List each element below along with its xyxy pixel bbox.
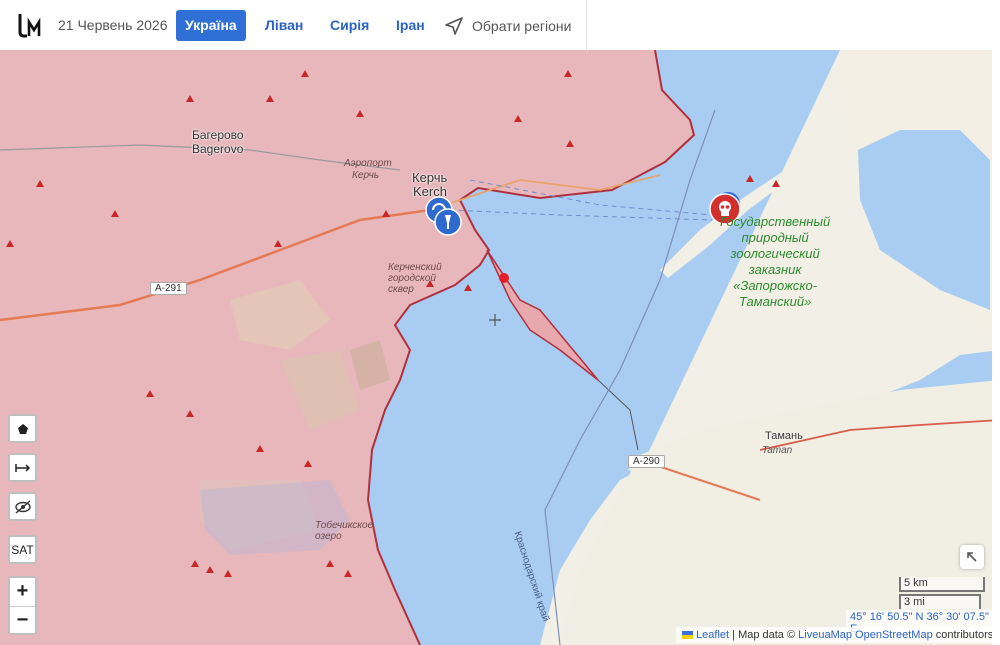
- liveuamap-logo[interactable]: [16, 12, 42, 38]
- draw-polygon-button[interactable]: [8, 414, 37, 443]
- ukraine-flag-icon: [682, 631, 693, 640]
- hide-events-button[interactable]: [8, 492, 37, 521]
- tab-ukraine[interactable]: Україна: [176, 10, 246, 41]
- tab-syria[interactable]: Сирія: [321, 10, 378, 41]
- liveuamap-link[interactable]: LiveuaMap: [798, 629, 852, 641]
- zoom-control: + −: [8, 576, 37, 635]
- header-divider: [586, 0, 587, 50]
- zoom-in-button[interactable]: +: [10, 578, 35, 607]
- map-right-edge: [992, 50, 1000, 645]
- event-marker-explosion-icon[interactable]: [425, 193, 465, 243]
- tab-iran[interactable]: Іран: [387, 10, 434, 41]
- attribution-separator: | Map data ©: [729, 629, 799, 641]
- pentagon-icon: [17, 423, 28, 434]
- select-regions-label: Обрати регіони: [472, 17, 572, 34]
- event-marker-skull-icon[interactable]: [708, 191, 744, 227]
- map-canvas[interactable]: Багерово Bagerovo Аэропорт Керчь Керчь K…: [0, 50, 1000, 645]
- tab-lebanon[interactable]: Ліван: [256, 10, 312, 41]
- osm-link[interactable]: OpenStreetMap: [855, 629, 933, 641]
- measure-arrows-icon: [14, 463, 30, 472]
- arrow-up-left-icon: [967, 552, 977, 562]
- collapse-button[interactable]: [960, 545, 984, 569]
- eye-slash-icon: [14, 499, 31, 514]
- measure-button[interactable]: [8, 453, 37, 482]
- current-date: 21 Червень 2026: [58, 17, 168, 33]
- scale-mi: 3 mi: [899, 594, 981, 609]
- map-attribution: Leaflet | Map data © LiveuaMap OpenStree…: [676, 627, 1000, 643]
- attribution-suffix: contributors: [932, 629, 994, 641]
- scale-km: 5 km: [899, 577, 985, 592]
- leaflet-link[interactable]: Leaflet: [696, 629, 729, 641]
- map-base-layer: [0, 50, 1000, 645]
- zoom-out-button[interactable]: −: [10, 607, 35, 635]
- satellite-toggle-button[interactable]: SAT: [8, 535, 37, 564]
- top-bar: 21 Червень 2026 Україна Ліван Сирія Іран…: [0, 0, 1000, 50]
- scale-bar: 5 km 3 mi: [899, 577, 985, 609]
- select-regions-button[interactable]: Обрати регіони: [444, 13, 571, 38]
- navigation-arrow-icon: [445, 16, 463, 35]
